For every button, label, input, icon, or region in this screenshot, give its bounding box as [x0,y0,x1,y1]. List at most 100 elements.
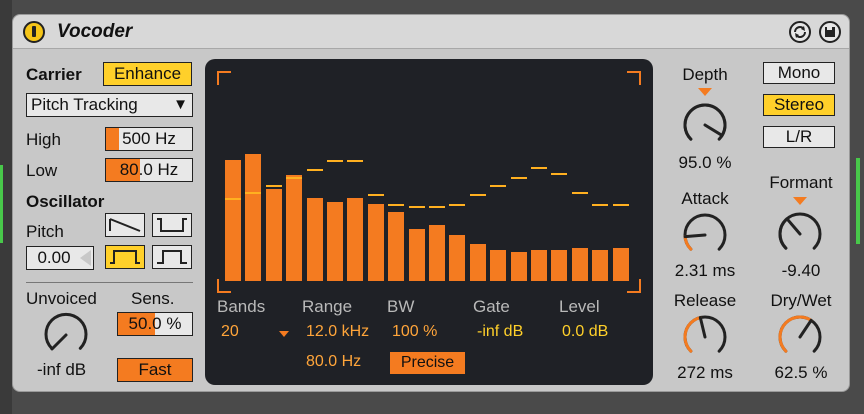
pitch-mark [225,198,241,200]
pitch-mark [613,204,629,206]
pitch-mark [286,177,302,179]
bands-header: Bands [217,297,266,316]
gate-value[interactable]: -inf dB [477,323,523,341]
carrier-mode-dropdown[interactable]: Pitch Tracking ▼ [26,93,193,117]
sens-label: Sens. [131,289,175,308]
unvoiced-knob[interactable] [41,310,91,360]
release-value: 272 ms [677,363,733,382]
band-bar [307,198,323,281]
formant-knob[interactable] [775,209,825,259]
vocoder-device: Vocoder Carrier Enhance Pitch Tracking ▼… [12,14,850,392]
band-bars [225,73,633,281]
fast-button[interactable]: Fast [117,358,193,382]
narrow-pulse-button[interactable] [152,245,192,269]
pitch-arrow-icon [80,250,91,266]
pitch-mark [347,160,363,162]
title-bar: Vocoder [13,15,849,49]
level-value[interactable]: 0.0 dB [562,323,608,341]
band-bar [613,248,629,281]
pitch-mark [327,160,343,162]
range-high-value[interactable]: 12.0 kHz [306,323,369,341]
knob-value-arc [778,315,813,353]
level-header: Level [559,297,600,316]
band-bar [551,250,567,281]
band-bar [470,244,486,281]
band-bar [429,225,445,281]
band-bar [592,250,608,281]
band-bar [327,202,343,281]
band-bar [490,250,506,281]
stereo-button[interactable]: Stereo [763,94,835,116]
pitch-mark [531,167,547,169]
sens-value: 50.0 % [128,314,182,333]
attack-label: Attack [681,189,729,208]
release-knob[interactable] [680,312,730,362]
gate-header: Gate [473,297,510,316]
device-title: Vocoder [57,21,133,42]
pitch-mark [511,177,527,179]
saw-wave-button[interactable] [105,213,145,237]
knob-value-arc [683,316,702,353]
knob-pointer [798,318,813,339]
pitch-mark [449,204,465,206]
knob-track [683,213,727,251]
drywet-value: 62.5 % [774,363,828,382]
pitch-mark [307,169,323,171]
pitch-mark [572,192,588,194]
band-bar [245,154,261,281]
drywet-knob[interactable] [775,312,825,362]
low-frequency-field[interactable]: 80.0 Hz [105,158,193,182]
knob-pointer [703,123,724,137]
square-wave-button[interactable] [152,213,192,237]
depth-value: 95.0 % [678,153,732,172]
band-bar [388,212,404,281]
saw-wave-icon [109,218,141,232]
band-display: Bands Range BW Gate Level 20 12.0 kHz 80… [205,59,653,385]
sens-field[interactable]: 50.0 % [117,312,193,336]
unvoiced-value: -inf dB [37,360,87,379]
pitch-mark [551,173,567,175]
knob-pointer [683,233,707,239]
power-toggle-icon[interactable] [23,21,45,43]
pitch-field[interactable]: 0.00 [26,246,94,270]
attack-knob[interactable] [680,210,730,260]
drywet-label: Dry/Wet [770,291,832,310]
narrow-pulse-icon [157,250,187,264]
low-label: Low [26,161,58,180]
right-meter [856,158,860,244]
formant-marker-icon [793,197,807,205]
pitch-mark [409,206,425,208]
bw-value[interactable]: 100 % [392,323,437,341]
pitch-mark [368,194,384,196]
knob-pointer [698,316,707,339]
section-divider [26,282,193,283]
pulse-wave-button[interactable] [105,245,145,269]
oscillator-label: Oscillator [26,192,105,211]
range-low-value[interactable]: 80.0 Hz [306,353,361,371]
pitch-mark [470,194,486,196]
depth-knob[interactable] [680,100,730,150]
bw-header: BW [387,297,415,316]
mono-button[interactable]: Mono [763,62,835,84]
pitch-value: 0.00 [37,248,71,267]
pitch-mark [388,204,404,206]
band-bar [368,204,384,281]
pitch-label: Pitch [26,222,64,241]
band-bar [511,252,527,281]
knob-value-arc [778,217,789,250]
save-preset-icon[interactable] [819,21,841,43]
depth-marker-icon [698,88,712,96]
bands-value[interactable]: 20 [221,323,239,341]
low-frequency-value: 80.0 Hz [119,160,179,179]
bands-dropdown-icon[interactable] [279,331,289,337]
hot-swap-icon[interactable] [789,21,811,43]
pitch-mark [429,206,445,208]
high-frequency-field[interactable]: 500 Hz [105,127,193,151]
band-bar [286,175,302,281]
display-corner-bl [217,279,231,293]
lr-button[interactable]: L/R [763,126,835,148]
carrier-mode-value: Pitch Tracking [31,95,138,114]
enhance-button[interactable]: Enhance [103,62,192,86]
depth-label: Depth [682,65,728,84]
precise-button[interactable]: Precise [390,352,465,374]
